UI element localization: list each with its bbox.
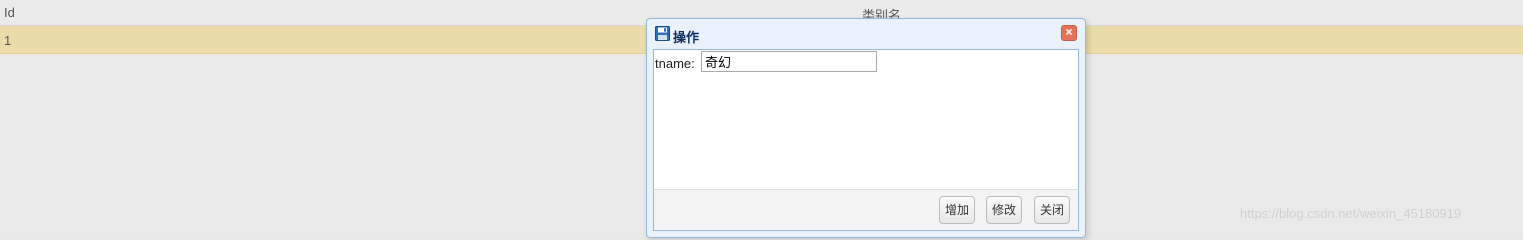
column-header-id[interactable]: Id [4,5,15,20]
watermark: https://blog.csdn.net/weixin_45180919 [1240,206,1462,221]
dialog-header[interactable]: 操作 × [647,19,1085,49]
close-icon[interactable]: × [1061,25,1077,41]
add-button[interactable]: 增加 [939,196,976,224]
dialog-footer: 增加 修改 关闭 [653,189,1079,231]
operation-dialog: 操作 × tname: 增加 修改 关闭 [646,18,1086,238]
tname-input[interactable] [701,51,877,72]
dialog-title: 操作 [673,30,700,45]
cell-id: 1 [4,33,12,48]
edit-button[interactable]: 修改 [986,196,1023,224]
dialog-body: tname: [653,49,1079,189]
tname-label: tname: [655,56,695,71]
save-icon [655,26,670,41]
close-button[interactable]: 关闭 [1034,196,1071,224]
